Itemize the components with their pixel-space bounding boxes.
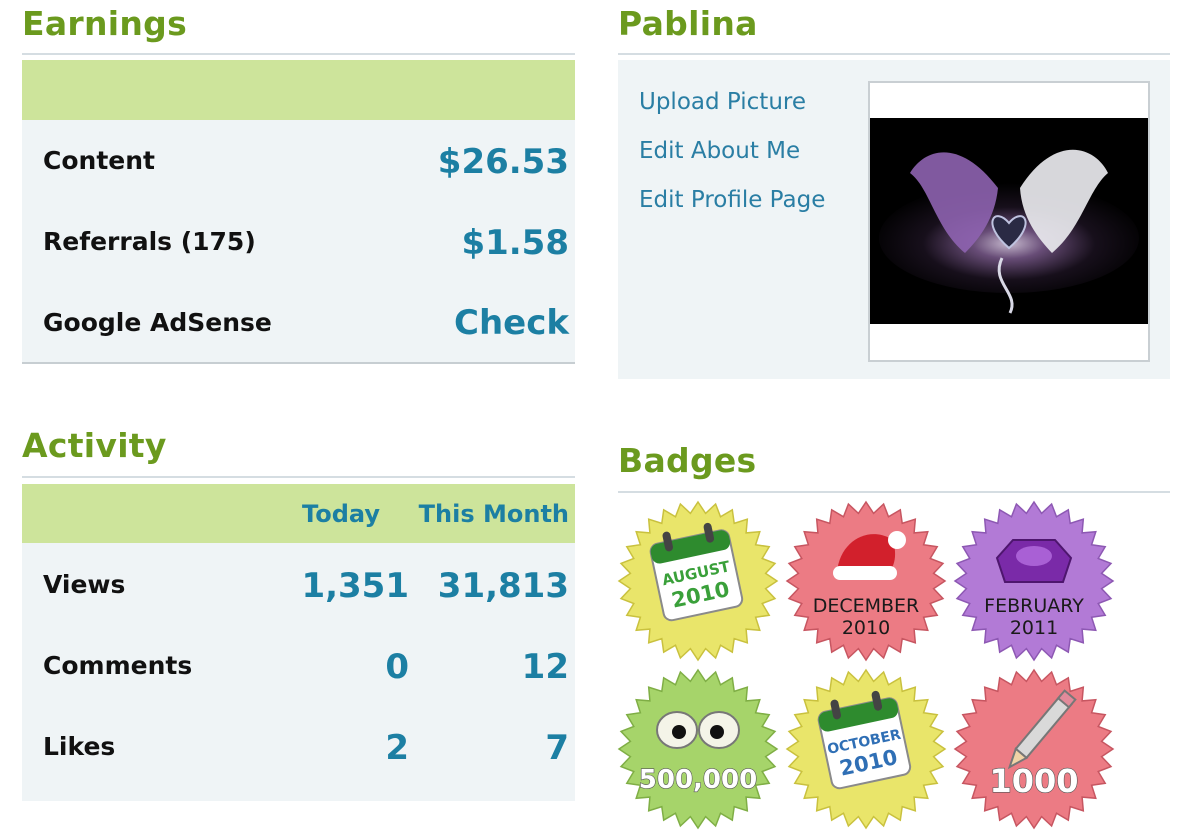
badges-title: Badges <box>618 441 757 480</box>
activity-col-today: Today <box>302 500 380 528</box>
activity-title: Activity <box>22 426 167 465</box>
badge-december-2010[interactable]: DECEMBER 2010 <box>785 500 947 662</box>
badge-500000-views[interactable]: 500,000 <box>617 668 779 830</box>
svg-text:FEBRUARY: FEBRUARY <box>984 595 1084 617</box>
profile-picture-image <box>870 118 1148 324</box>
earnings-title: Earnings <box>22 4 188 43</box>
upload-picture-link[interactable]: Upload Picture <box>639 89 806 115</box>
activity-likes-today: 2 <box>385 728 409 768</box>
badge-august-2010[interactable]: AUGUST 2010 <box>617 500 779 662</box>
svg-text:500,000: 500,000 <box>639 765 757 795</box>
badge-starburst <box>617 668 779 830</box>
profile-picture[interactable] <box>868 81 1150 362</box>
svg-text:2010: 2010 <box>842 617 890 639</box>
activity-likes-label: Likes <box>43 732 116 761</box>
activity-comments-label: Comments <box>43 651 193 680</box>
svg-text:2011: 2011 <box>1010 617 1058 639</box>
svg-text:DECEMBER: DECEMBER <box>813 595 920 617</box>
earnings-referrals-label: Referrals (175) <box>43 227 256 256</box>
profile-title: Pablina <box>618 4 758 43</box>
activity-views-month: 31,813 <box>437 566 569 606</box>
gem-icon <box>995 539 1073 583</box>
earnings-referrals-value: $1.58 <box>461 223 569 263</box>
earnings-adsense-label: Google AdSense <box>43 308 272 337</box>
activity-comments-month: 12 <box>521 647 569 687</box>
activity-views-label: Views <box>43 570 126 599</box>
badge-1000-articles[interactable]: 1000 <box>953 668 1115 830</box>
badge-february-2011[interactable]: FEBRUARY 2011 <box>953 500 1115 662</box>
earnings-divider <box>22 53 575 55</box>
edit-profile-page-link[interactable]: Edit Profile Page <box>639 187 825 213</box>
profile-divider <box>618 53 1170 55</box>
badges-divider <box>618 491 1170 493</box>
svg-text:1000: 1000 <box>989 762 1078 800</box>
activity-likes-month: 7 <box>545 728 569 768</box>
activity-divider <box>22 476 575 478</box>
activity-views-today: 1,351 <box>301 566 409 606</box>
badge-october-2010[interactable]: OCTOBER 2010 <box>785 668 947 830</box>
edit-about-me-link[interactable]: Edit About Me <box>639 138 800 164</box>
earnings-header-band <box>22 60 575 120</box>
activity-comments-today: 0 <box>385 647 409 687</box>
earnings-content-value: $26.53 <box>437 142 569 182</box>
earnings-adsense-check-link[interactable]: Check <box>454 303 569 343</box>
activity-col-this-month: This Month <box>418 500 569 528</box>
earnings-content-label: Content <box>43 146 155 175</box>
